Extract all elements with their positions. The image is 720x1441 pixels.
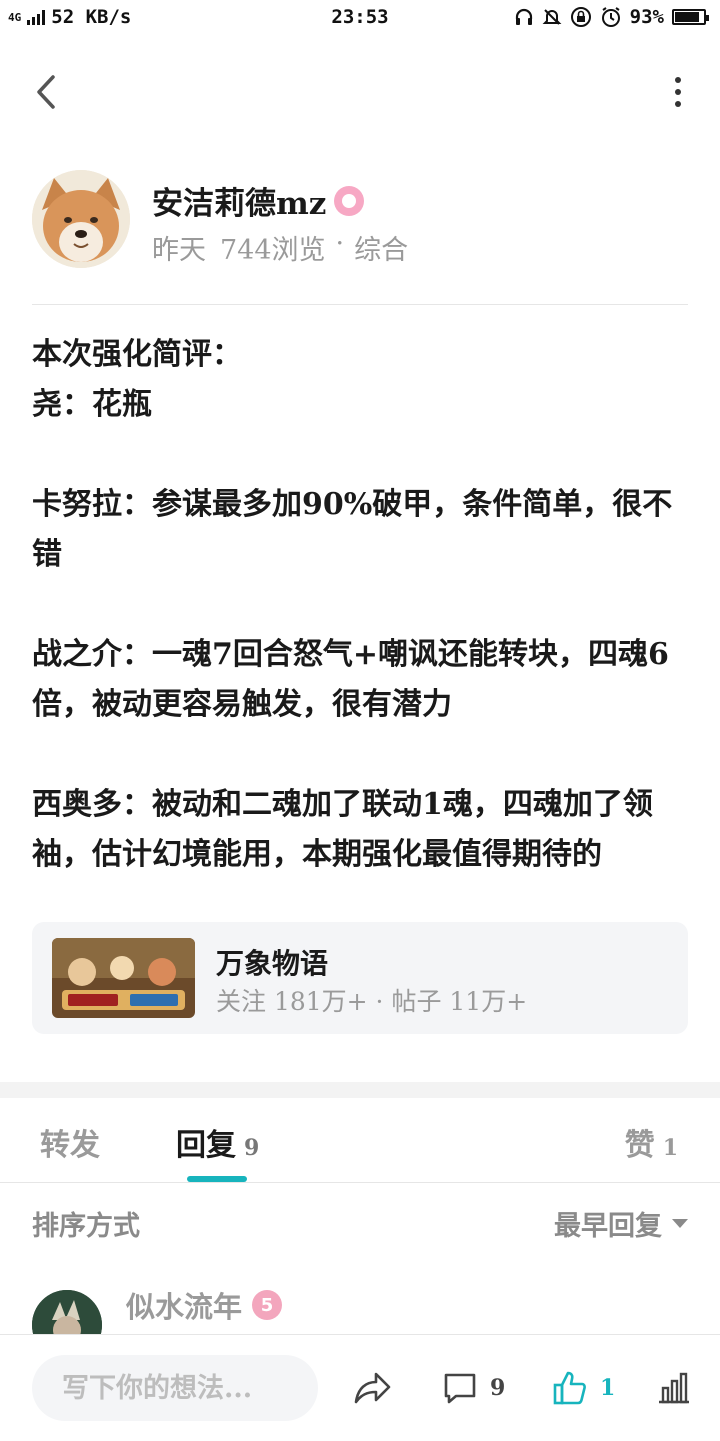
top-bar — [0, 56, 720, 128]
tab-reply[interactable]: 回复 9 — [176, 1120, 259, 1164]
reply-avatar-image — [32, 1290, 102, 1334]
meta-separator: · — [335, 228, 345, 259]
status-right: 93% — [514, 6, 709, 28]
post-paragraph: 卡努拉：参谋最多加90%破甲，条件简单，很不错 — [32, 487, 673, 572]
tab-forward-label: 转发 — [40, 1128, 100, 1163]
rotation-lock-icon — [570, 7, 591, 27]
shiba-dog-image — [32, 170, 130, 268]
game-cover-image — [52, 938, 195, 1018]
bar-chart-icon — [659, 1372, 689, 1404]
sort-row: 排序方式 最早回复 — [32, 1200, 688, 1244]
back-button[interactable] — [24, 68, 68, 116]
bottom-action-bar: 9 1 — [0, 1334, 720, 1441]
bell-muted-icon — [542, 9, 562, 25]
game-stats: 关注 181万+ · 帖子 11万+ — [216, 987, 528, 1016]
author-avatar[interactable] — [32, 170, 130, 268]
chevron-left-icon — [37, 75, 55, 109]
author-name-row[interactable]: 安洁莉德mz — [152, 178, 365, 223]
battery-fill — [675, 12, 700, 22]
like-count: 1 — [600, 1375, 616, 1401]
post-paragraph: 战之介：一魂7回合怒气+嘲讽还能转块，四魂6倍，被动更容易触发，很有潜力 — [32, 637, 669, 722]
tab-forward[interactable]: 转发 — [40, 1120, 100, 1164]
post-paragraph: 西奥多：被动和二魂加了联动1魂，四魂加了领袖，估计幻境能用，本期强化最值得期待的 — [32, 787, 653, 872]
battery-percent: 93% — [629, 6, 664, 28]
post-time: 昨天 — [152, 235, 206, 266]
status-bar: 4G 52 KB/s 23:53 93% — [0, 0, 720, 36]
tab-like-count: 1 — [662, 1135, 678, 1161]
game-card[interactable]: 万象物语 关注 181万+ · 帖子 11万+ — [32, 922, 688, 1034]
post-category[interactable]: 综合 — [354, 228, 408, 267]
tab-reply-count: 9 — [244, 1135, 260, 1161]
reply-author-row[interactable]: 似水流年 5 — [126, 1284, 283, 1326]
thumbs-up-icon — [553, 1371, 586, 1405]
tab-like-label: 赞 — [624, 1128, 655, 1163]
comment-button[interactable]: 9 — [442, 1365, 505, 1411]
reply-avatar[interactable] — [32, 1290, 102, 1334]
caret-down-icon — [672, 1219, 688, 1228]
tab-reply-label: 回复 — [176, 1128, 236, 1163]
author-header: 安洁莉德mz 昨天 744浏览 · 综合 — [32, 170, 688, 270]
like-button[interactable]: 1 — [552, 1365, 615, 1411]
more-vertical-icon — [675, 77, 681, 83]
sort-value: 最早回复 — [554, 1211, 662, 1242]
share-icon — [354, 1372, 391, 1404]
author-name[interactable]: 安洁莉德mz — [152, 178, 326, 223]
game-thumbnail — [52, 938, 195, 1018]
post-views: 744浏览 — [220, 235, 326, 266]
comment-input[interactable] — [32, 1355, 318, 1421]
author-badge-icon — [334, 185, 365, 216]
sort-label: 排序方式 — [32, 1211, 140, 1242]
comment-count: 9 — [490, 1375, 506, 1401]
post-meta: 昨天 744浏览 · 综合 — [152, 228, 408, 267]
headphones-icon — [515, 8, 532, 25]
comment-tabs: 转发 回复 9 赞1 — [0, 1098, 720, 1183]
game-name: 万象物语 — [216, 947, 329, 980]
comment-icon — [444, 1373, 476, 1404]
tab-like[interactable]: 赞1 — [625, 1120, 678, 1164]
sort-dropdown[interactable]: 最早回复 — [554, 1204, 688, 1243]
reply-item[interactable]: 似水流年 5 — [32, 1284, 688, 1334]
post-body: 本次强化简评： 尧：花瓶 卡努拉：参谋最多加90%破甲，条件简单，很不错 战之介… — [32, 330, 688, 880]
stats-button[interactable] — [656, 1365, 692, 1411]
reply-author-name[interactable]: 似水流年 — [126, 1284, 242, 1326]
divider — [32, 304, 688, 305]
battery-icon — [672, 9, 709, 25]
section-separator — [0, 1082, 720, 1098]
share-button[interactable] — [352, 1365, 392, 1411]
tab-active-indicator — [187, 1176, 247, 1182]
level-badge: 5 — [252, 1290, 283, 1320]
more-button[interactable] — [668, 68, 688, 116]
post-paragraph: 本次强化简评： 尧：花瓶 — [32, 337, 242, 422]
alarm-icon — [601, 7, 620, 27]
